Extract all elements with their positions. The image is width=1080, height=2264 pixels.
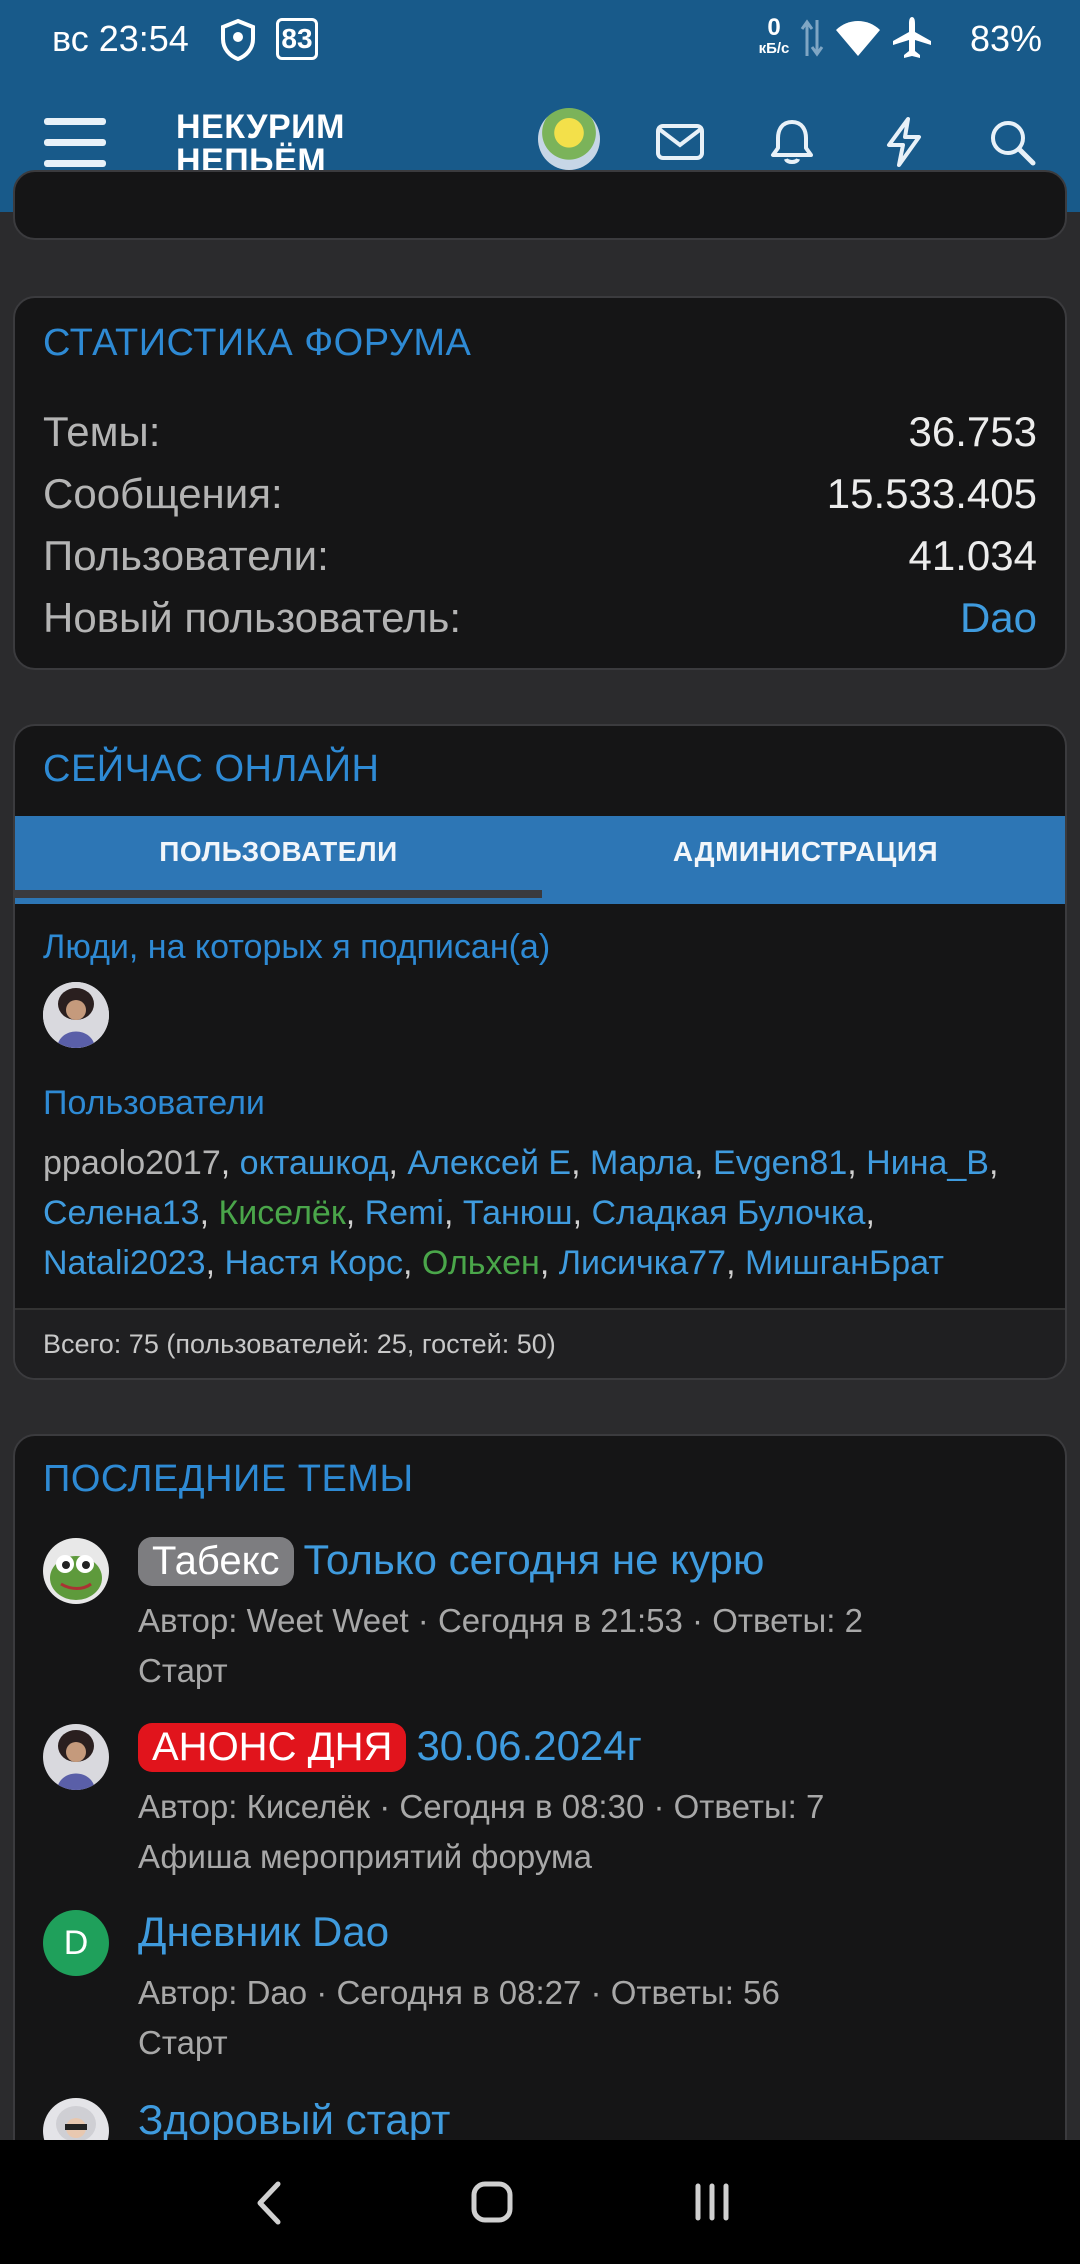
thread-item[interactable]: Табекс Только сегодня не курю Автор: Weet… xyxy=(43,1536,1037,1716)
net-speed: 0 кБ/с xyxy=(756,16,792,58)
shield-icon xyxy=(221,18,255,62)
thread-title-line: Табекс Только сегодня не курю xyxy=(138,1536,764,1586)
user-link[interactable]: Алексей Е xyxy=(407,1144,571,1182)
user-link[interactable]: Настя Корс xyxy=(224,1244,403,1282)
user-link[interactable]: ppaolo2017 xyxy=(43,1144,221,1182)
user-link[interactable]: Сладкая Булочка xyxy=(591,1194,865,1232)
block-title: ПОСЛЕДНИЕ ТЕМЫ xyxy=(43,1458,414,1500)
online-total: Всего: 75 (пользователей: 25, гостей: 50… xyxy=(15,1308,1065,1378)
thread-title[interactable]: Только сегодня не курю xyxy=(304,1536,765,1583)
block-title: СТАТИСТИКА ФОРУМА xyxy=(43,322,472,364)
tab-administration[interactable]: АДМИНИСТРАЦИЯ xyxy=(542,816,1065,902)
stat-value: 41.034 xyxy=(908,532,1037,579)
stat-label: Пользователи: xyxy=(43,532,329,579)
net-speed-value: 0 xyxy=(767,14,781,41)
thread-title-line: АНОНС ДНЯ 30.06.2024г xyxy=(138,1722,642,1772)
users-heading[interactable]: Пользователи xyxy=(43,1084,265,1123)
stat-label: Сообщения: xyxy=(43,470,283,517)
stat-row-threads: Темы: 36.753 xyxy=(43,408,1037,458)
thread-title-line: Дневник Dao xyxy=(138,1908,389,1956)
following-heading[interactable]: Люди, на которых я подписан(а) xyxy=(43,928,550,967)
user-link[interactable]: Марла xyxy=(590,1144,694,1182)
thread-forum-link[interactable]: Старт xyxy=(138,1652,228,1690)
new-user-link[interactable]: Dao xyxy=(960,594,1037,642)
online-tabs: ПОЛЬЗОВАТЕЛИ АДМИНИСТРАЦИЯ xyxy=(15,816,1065,902)
thread-item[interactable]: АНОНС ДНЯ 30.06.2024г Автор: Киселёк · Се… xyxy=(43,1722,1037,1902)
thread-title-line: Здоровый старт xyxy=(138,2096,450,2144)
stat-value: 36.753 xyxy=(908,408,1037,455)
user-link[interactable]: Танюш xyxy=(463,1194,573,1232)
airplane-mode-icon xyxy=(893,17,931,58)
divider xyxy=(15,902,1065,904)
stat-value: 15.533.405 xyxy=(826,470,1037,517)
bell-icon[interactable] xyxy=(764,114,820,170)
thread-title[interactable]: 30.06.2024г xyxy=(416,1722,642,1769)
online-now-block: СЕЙЧАС ОНЛАЙН ПОЛЬЗОВАТЕЛИ АДМИНИСТРАЦИЯ… xyxy=(13,724,1067,1380)
user-portrait-icon xyxy=(43,982,109,1048)
user-link[interactable]: окташкод xyxy=(240,1144,389,1182)
online-users-list: ppaolo2017, окташкод, Алексей Е, Марла, … xyxy=(43,1144,999,1282)
thread-meta: Автор: Weet Weet · Сегодня в 21:53 · Отв… xyxy=(138,1602,863,1639)
latest-threads-block: ПОСЛЕДНИЕ ТЕМЫ Табекс Только сегодня не к… xyxy=(13,1434,1067,2194)
thread-author-avatar[interactable] xyxy=(43,1538,109,1604)
block-title: СЕЙЧАС ОНЛАЙН xyxy=(43,748,380,790)
thread-meta: Автор: Киселёк · Сегодня в 08:30 · Ответ… xyxy=(138,1788,825,1825)
data-arrows-icon xyxy=(800,19,824,57)
user-link[interactable]: Лисичка77 xyxy=(559,1244,726,1282)
frog-avatar-icon xyxy=(43,1538,109,1604)
thread-forum-link[interactable]: Старт xyxy=(138,2024,228,2062)
thread-meta: Автор: Dao · Сегодня в 08:27 · Ответы: 5… xyxy=(138,1974,780,2011)
notification-badge-icon: 83 xyxy=(276,18,318,60)
thread-title[interactable]: Дневник Dao xyxy=(138,1908,389,1955)
thread-forum-link[interactable]: Афиша мероприятий форума xyxy=(138,1838,592,1876)
user-link[interactable]: Evgen81 xyxy=(713,1144,847,1182)
back-icon[interactable] xyxy=(252,2180,288,2226)
recent-apps-icon[interactable] xyxy=(690,2182,734,2222)
system-nav-bar xyxy=(0,2140,1080,2264)
badge-number: 83 xyxy=(281,23,313,54)
thread-author-avatar[interactable] xyxy=(43,1724,109,1790)
stat-row-users: Пользователи: 41.034 xyxy=(43,532,1037,582)
net-speed-unit: кБ/с xyxy=(758,40,790,57)
status-time: вс 23:54 xyxy=(52,18,189,59)
user-avatar[interactable] xyxy=(538,108,600,170)
user-link[interactable]: Селена13 xyxy=(43,1194,200,1232)
user-link[interactable]: Ольхен xyxy=(422,1244,540,1282)
lightning-icon[interactable] xyxy=(876,114,932,170)
thread-item[interactable]: D Дневник Dao Автор: Dao · Сегодня в 08:… xyxy=(43,1908,1037,2088)
user-link[interactable]: Remi xyxy=(365,1194,444,1232)
stat-row-new-user: Новый пользователь: Dao xyxy=(43,594,1037,644)
stat-label: Темы: xyxy=(43,408,161,455)
letter-avatar[interactable]: D xyxy=(43,1910,109,1976)
site-logo[interactable]: НЕКУРИМ НЕПЬЁМ xyxy=(176,110,345,178)
status-bar: вс 23:54 83 0 кБ/с 83% xyxy=(0,0,1080,80)
stat-row-messages: Сообщения: 15.533.405 xyxy=(43,470,1037,520)
search-icon[interactable] xyxy=(984,114,1040,170)
active-tab-indicator xyxy=(15,890,542,898)
thread-prefix-label[interactable]: Табекс xyxy=(138,1537,294,1586)
mail-icon[interactable] xyxy=(652,114,708,170)
wifi-icon xyxy=(836,21,880,56)
logo-line-1: НЕКУРИМ xyxy=(176,108,345,146)
user-portrait-icon xyxy=(43,1724,109,1790)
home-icon[interactable] xyxy=(470,2180,514,2224)
thread-prefix-label[interactable]: АНОНС ДНЯ xyxy=(138,1723,407,1772)
forum-stats-block: СТАТИСТИКА ФОРУМА Темы: 36.753 Сообщения… xyxy=(13,296,1067,670)
battery-percent: 83% xyxy=(969,18,1042,59)
stat-label: Новый пользователь: xyxy=(43,594,462,641)
thread-title[interactable]: Здоровый старт xyxy=(138,2096,450,2143)
followed-user-avatar[interactable] xyxy=(43,982,109,1048)
user-link[interactable]: Киселёк xyxy=(219,1194,346,1232)
menu-icon[interactable] xyxy=(44,118,106,174)
user-link[interactable]: МишганБрат xyxy=(745,1244,944,1282)
user-link[interactable]: Natali2023 xyxy=(43,1244,206,1282)
user-link[interactable]: Нина_В xyxy=(866,1144,989,1182)
